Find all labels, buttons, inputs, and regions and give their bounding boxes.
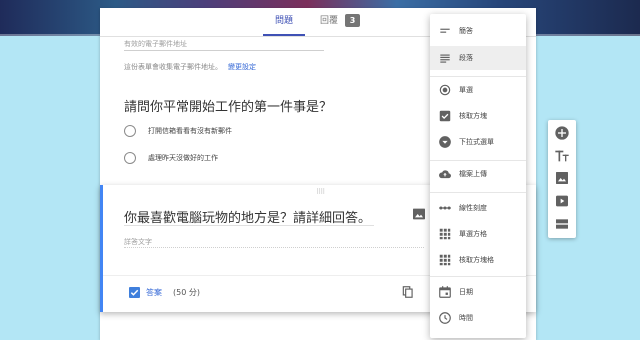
menu-item-multiple-choice[interactable]: 單選	[430, 78, 526, 102]
question-2-title-underline	[124, 225, 374, 226]
grid-icon	[439, 228, 451, 240]
option-label: 打開信箱看看有沒有新郵件	[148, 127, 232, 135]
menu-label: 單選	[459, 86, 473, 94]
answer-hint: 詳答文字	[124, 238, 152, 246]
menu-label: 核取方塊格	[459, 256, 494, 264]
answer-key-link[interactable]: 答案	[146, 287, 162, 298]
check-icon	[130, 289, 139, 296]
menu-item-linear-scale[interactable]: 線性刻度	[430, 196, 526, 220]
menu-item-checkbox-grid[interactable]: 核取方塊格	[430, 248, 526, 272]
menu-label: 時間	[459, 314, 473, 322]
menu-divider	[430, 76, 526, 77]
tab-questions[interactable]: 問題	[263, 13, 305, 36]
email-field[interactable]: 有效的電子郵件地址	[124, 39, 187, 49]
radio-button-icon	[439, 84, 451, 96]
menu-label: 檔案上傳	[459, 170, 487, 178]
menu-label: 段落	[459, 54, 473, 62]
menu-item-short-answer[interactable]: 簡答	[430, 19, 526, 43]
menu-label: 線性刻度	[459, 204, 487, 212]
question-type-menu: 簡答 段落 單選 核取方塊 下拉式選單 檔案上傳 線性刻度 單選方格 核取方塊格…	[430, 14, 526, 338]
clock-icon	[439, 312, 451, 324]
radio-icon[interactable]	[124, 125, 136, 137]
calendar-icon	[439, 286, 451, 298]
menu-item-multiple-choice-grid[interactable]: 單選方格	[430, 222, 526, 246]
menu-item-dropdown[interactable]: 下拉式選單	[430, 130, 526, 154]
add-section-icon[interactable]	[554, 216, 570, 232]
email-collection-note: 這份表單會收集電子郵件地址。 變更設定	[124, 62, 256, 72]
answer-underline	[124, 247, 424, 248]
menu-label: 簡答	[459, 27, 473, 35]
menu-label: 核取方塊	[459, 112, 487, 120]
tab-responses[interactable]: 回覆	[320, 13, 338, 29]
radio-icon[interactable]	[124, 152, 136, 164]
cloud-upload-icon	[439, 170, 451, 179]
points-label: (50 分)	[173, 288, 200, 297]
question-2-title[interactable]: 你最喜歡電腦玩物的地方是？請詳細回答。	[124, 207, 371, 226]
drag-handle-icon[interactable]: ⠿⠿	[316, 188, 325, 196]
email-underline	[124, 50, 324, 51]
answer-key-checkbox[interactable]	[129, 287, 140, 298]
question-1-title[interactable]: 請問你平常開始工作的第一件事是？	[124, 96, 332, 115]
add-question-icon[interactable]	[554, 125, 570, 141]
grid-icon	[439, 254, 451, 266]
menu-item-file-upload[interactable]: 檔案上傳	[430, 162, 526, 186]
dropdown-icon	[439, 136, 451, 148]
linear-scale-icon	[439, 206, 451, 210]
change-settings-link[interactable]: 變更設定	[228, 63, 256, 71]
question-1-option[interactable]: 處理昨天沒做好的工作	[124, 152, 324, 166]
menu-item-time[interactable]: 時間	[430, 306, 526, 330]
menu-item-checkboxes[interactable]: 核取方塊	[430, 104, 526, 128]
duplicate-icon[interactable]	[401, 284, 415, 300]
short-answer-icon	[440, 28, 450, 33]
checkbox-icon	[439, 110, 451, 122]
side-toolbar	[548, 120, 576, 238]
menu-label: 下拉式選單	[459, 138, 494, 146]
menu-divider	[430, 160, 526, 161]
menu-item-date[interactable]: 日期	[430, 280, 526, 304]
email-note-text: 這份表單會收集電子郵件地址。	[124, 63, 222, 71]
menu-label: 日期	[459, 288, 473, 296]
menu-divider	[430, 192, 526, 193]
add-video-icon[interactable]	[554, 193, 570, 209]
add-image-icon[interactable]	[554, 170, 570, 186]
add-title-icon[interactable]	[554, 148, 570, 164]
menu-item-paragraph[interactable]: 段落	[430, 46, 526, 70]
responses-count-badge: 3	[345, 14, 360, 27]
menu-divider	[430, 276, 526, 277]
question-1-option[interactable]: 打開信箱看看有沒有新郵件	[124, 125, 324, 139]
add-image-icon[interactable]	[411, 206, 427, 222]
menu-label: 單選方格	[459, 230, 487, 238]
paragraph-icon	[440, 54, 450, 63]
option-label: 處理昨天沒做好的工作	[148, 154, 218, 162]
